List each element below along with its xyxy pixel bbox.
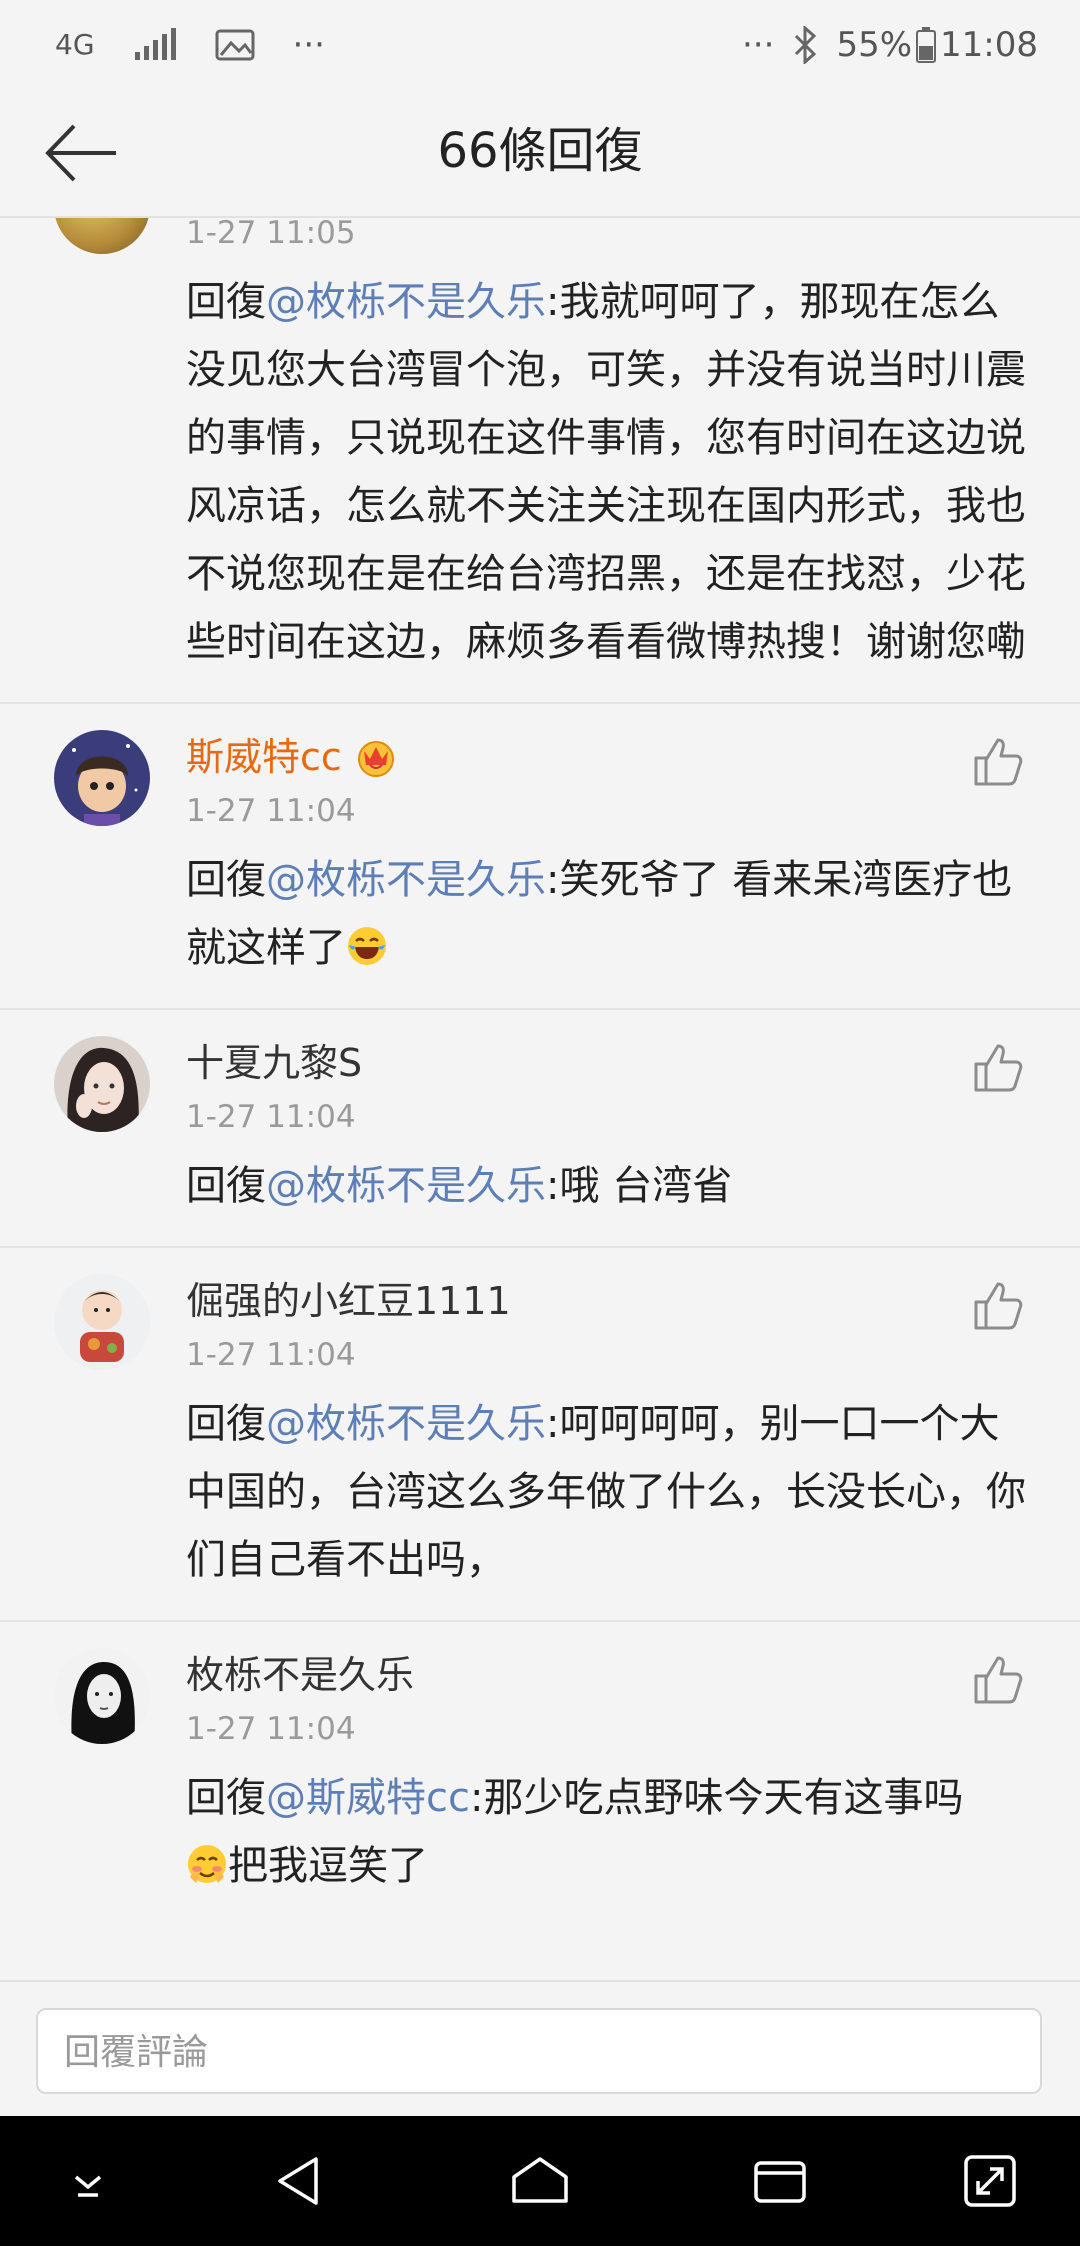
avatar[interactable]: [54, 1036, 150, 1132]
clock: 11:08: [940, 25, 1038, 65]
thumbs-up-icon: [974, 738, 1023, 786]
status-dots: ···: [742, 25, 775, 65]
avatar[interactable]: [54, 1274, 150, 1370]
comment-timestamp: 1-27 11:04: [186, 793, 356, 829]
reply-bar: 回覆評論: [0, 1980, 1080, 2118]
username-text: 斯威特cc: [186, 735, 342, 779]
comment-body: 回復@斯威特cc:那少吃点野味今天有这事吗 把我逗笑了: [186, 1764, 1028, 1900]
comment-username[interactable]: 十夏九黎S: [186, 1034, 1028, 1092]
like-button[interactable]: [972, 736, 1024, 788]
avatar[interactable]: [54, 730, 150, 826]
comment-item: 斯威特cc 1-27 11:04 回復@枚栎不是久乐:笑死爷了 看来呆湾医疗也就…: [0, 704, 1080, 1010]
comment-timestamp: 1-27 11:04: [186, 1337, 356, 1373]
mention-link[interactable]: @斯威特cc: [266, 1775, 470, 1821]
avatar-image: [54, 1036, 150, 1132]
network-indicator: 4G: [55, 28, 95, 61]
comment-item: 1-27 11:05 回復@枚栎不是久乐:我就呵呵了，那现在怎么没见您大台湾冒个…: [0, 218, 1080, 704]
comment-body: 回復@枚栎不是久乐:呵呵呵呵，别一口一个大中国的，台湾这么多年做了什么，长没长心…: [186, 1390, 1028, 1594]
reply-prefix: 回復: [186, 857, 266, 903]
comment-body: 回復@枚栎不是久乐:我就呵呵了，那现在怎么没见您大台湾冒个泡，可笑，并没有说当时…: [186, 268, 1028, 676]
comment-item: 十夏九黎S 1-27 11:04 回復@枚栎不是久乐:哦 台湾省: [0, 1010, 1080, 1248]
reply-prefix: 回復: [186, 1401, 266, 1447]
nav-recents-button[interactable]: [750, 2151, 810, 2211]
comment-timestamp: 1-27 11:04: [186, 1099, 356, 1135]
thumbs-up-icon: [974, 1282, 1023, 1330]
avatar[interactable]: [54, 1648, 150, 1744]
signal-icon: [134, 28, 176, 60]
comment-timestamp: 1-27 11:04: [186, 1711, 356, 1747]
recents-icon: [754, 2161, 806, 2203]
thumbs-up-icon: [974, 1656, 1023, 1704]
comment-text: :哦 台湾省: [546, 1163, 733, 1209]
battery-percent: 55%: [836, 25, 913, 65]
comment-body: 回復@枚栎不是久乐:哦 台湾省: [186, 1152, 1028, 1220]
status-bar: 4G ··· ··· 55% 11:08: [0, 0, 1080, 90]
chevron-down-icon: [74, 2175, 102, 2197]
reply-prefix: 回復: [186, 1163, 266, 1209]
image-icon: [215, 29, 255, 61]
system-navigation-bar: [0, 2116, 1080, 2246]
comment-text: :那少吃点野味今天有这事吗: [469, 1775, 964, 1821]
reply-input[interactable]: 回覆評論: [36, 2008, 1042, 2094]
triangle-back-icon: [278, 2157, 318, 2205]
like-button[interactable]: [972, 1654, 1024, 1706]
nav-home-button[interactable]: [510, 2151, 570, 2211]
mention-link[interactable]: @枚栎不是久乐: [266, 857, 546, 903]
comment-item: 倔强的小红豆1111 1-27 11:04 回復@枚栎不是久乐:呵呵呵呵，别一口…: [0, 1248, 1080, 1622]
avatar-image: [54, 1648, 150, 1744]
thumbs-up-icon: [972, 218, 1024, 220]
nav-back-button[interactable]: [270, 2151, 330, 2211]
page-title: 66條回復: [437, 123, 643, 179]
nav-fullscreen-button[interactable]: [960, 2151, 1020, 2211]
mention-link[interactable]: @枚栎不是久乐: [266, 1401, 546, 1447]
comment-text-continued: 把我逗笑了: [228, 1843, 428, 1889]
comment-body: 回復@枚栎不是久乐:笑死爷了 看来呆湾医疗也就这样了: [186, 846, 1028, 982]
laughing-tears-emoji: [348, 927, 386, 965]
comment-username[interactable]: 斯威特cc: [186, 728, 1028, 786]
expand-icon: [964, 2155, 1016, 2207]
comment-list[interactable]: 1-27 11:05 回復@枚栎不是久乐:我就呵呵了，那现在怎么没见您大台湾冒个…: [0, 218, 1080, 1980]
like-button[interactable]: [972, 1042, 1024, 1094]
battery-icon: [916, 27, 937, 63]
mention-link[interactable]: @枚栎不是久乐: [266, 279, 546, 325]
comment-text: :我就呵呵了，那现在怎么没见您大台湾冒个泡，可笑，并没有说当时川震的事情，只说现…: [186, 279, 1026, 665]
home-icon: [512, 2157, 568, 2203]
avatar-image: [54, 1274, 150, 1370]
reply-prefix: 回復: [186, 1775, 266, 1821]
comment-username[interactable]: 枚栎不是久乐: [186, 1646, 1028, 1704]
reply-prefix: 回復: [186, 279, 266, 325]
comment-item: 枚栎不是久乐 1-27 11:04 回復@斯威特cc:那少吃点野味今天有这事吗 …: [0, 1622, 1080, 1926]
bluetooth-icon: [795, 26, 817, 64]
comment-username[interactable]: 倔强的小红豆1111: [186, 1272, 1028, 1330]
like-button[interactable]: [972, 1280, 1024, 1332]
avatar-image: [54, 730, 150, 826]
thumbs-up-icon: [974, 1044, 1023, 1092]
avatar[interactable]: [54, 218, 150, 254]
blushing-smile-emoji: [188, 1845, 226, 1883]
comment-timestamp: 1-27 11:05: [186, 218, 356, 251]
hide-keyboard-button[interactable]: [58, 2151, 118, 2211]
like-button[interactable]: [972, 218, 1024, 220]
more-notifications-icon: ···: [292, 25, 325, 65]
mention-link[interactable]: @枚栎不是久乐: [266, 1163, 546, 1209]
top-app-bar: 66條回復: [0, 90, 1080, 218]
crown-badge-icon: [357, 741, 394, 777]
